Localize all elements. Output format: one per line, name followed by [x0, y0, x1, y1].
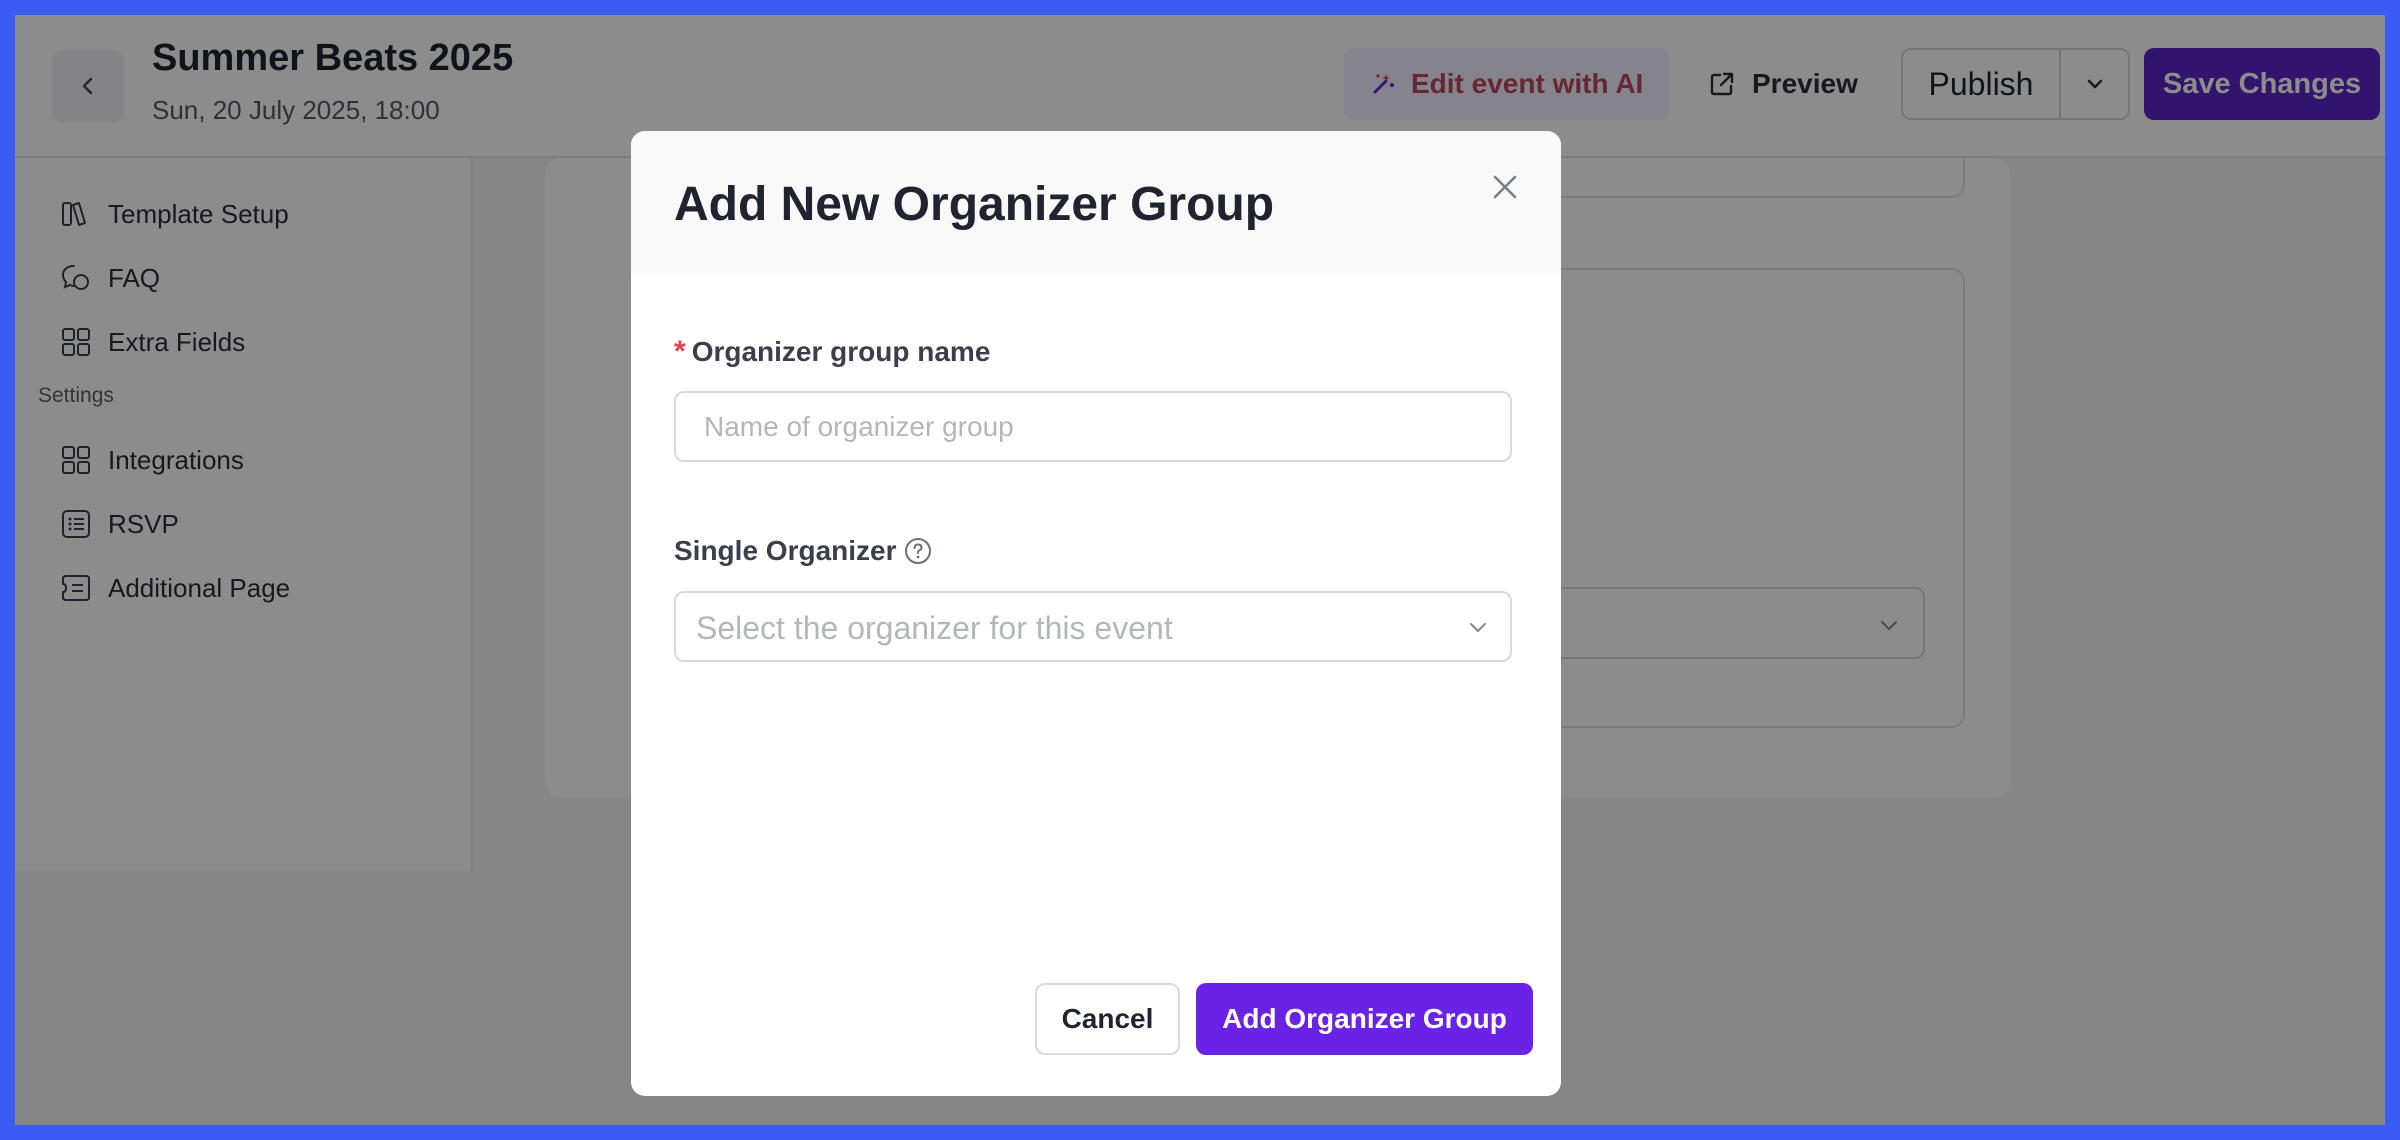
app-window: Summer Beats 2025 Sun, 20 July 2025, 18:…: [15, 15, 2385, 1125]
modal-title: Add New Organizer Group: [674, 178, 1275, 231]
single-organizer-select[interactable]: Select the organizer for this event: [674, 591, 1512, 662]
organizer-group-name-label: * Organizer group name: [674, 335, 990, 369]
single-organizer-label: Single Organizer: [674, 535, 933, 567]
required-indicator: *: [674, 335, 686, 368]
single-organizer-placeholder: Select the organizer for this event: [696, 610, 1173, 646]
organizer-group-name-label-text: Organizer group name: [691, 336, 991, 367]
add-organizer-group-button[interactable]: Add Organizer Group: [1196, 983, 1533, 1055]
modal-header: Add New Organizer Group: [631, 131, 1561, 273]
cancel-button[interactable]: Cancel: [1035, 983, 1180, 1055]
single-organizer-label-text: Single Organizer: [674, 535, 897, 566]
add-organizer-group-modal: Add New Organizer Group * Organizer grou…: [631, 131, 1561, 1096]
close-icon: [1493, 175, 1517, 199]
close-button[interactable]: [1483, 165, 1527, 209]
help-icon[interactable]: [903, 536, 933, 566]
organizer-group-name-input[interactable]: [674, 391, 1512, 462]
chevron-down-icon: [1470, 623, 1486, 632]
